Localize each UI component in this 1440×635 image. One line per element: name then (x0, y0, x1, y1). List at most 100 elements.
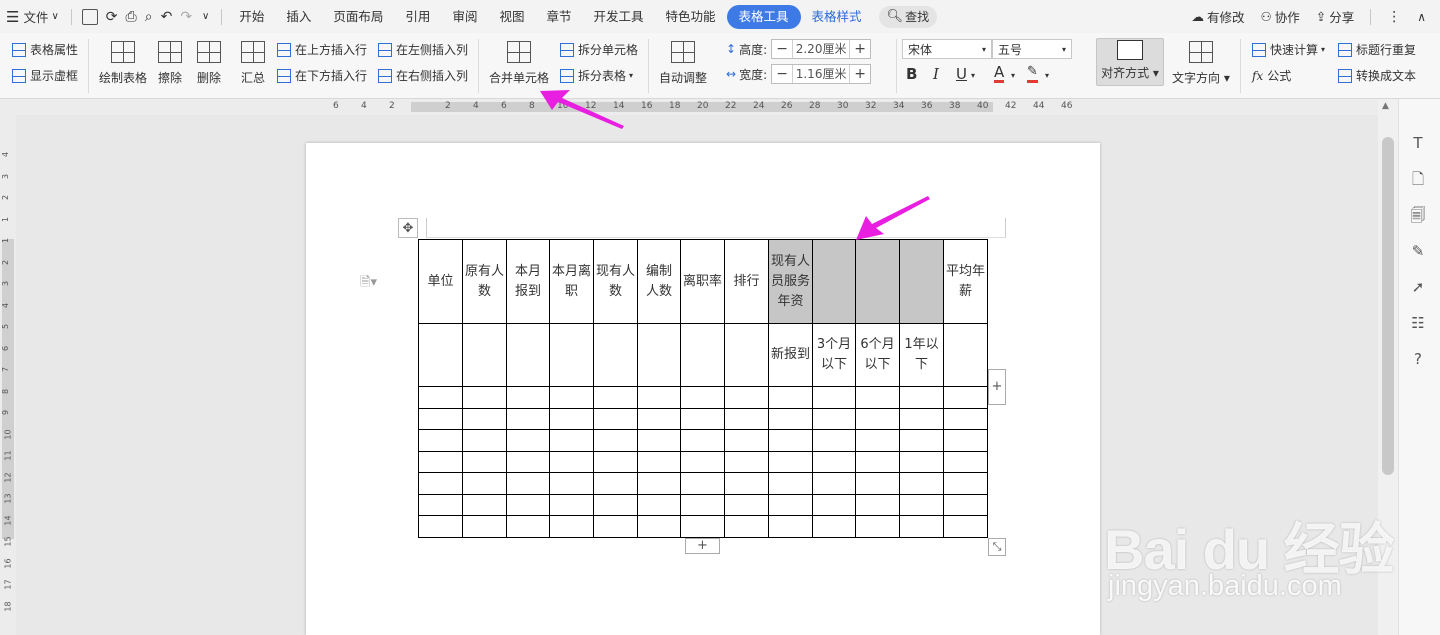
table-cell[interactable] (462, 472, 507, 495)
table-cell[interactable] (593, 472, 638, 495)
table-cell[interactable]: 离职率 (680, 239, 725, 324)
table-cell[interactable] (506, 515, 550, 538)
table-cell[interactable] (637, 386, 681, 409)
insert-row-below-button[interactable]: 在下方插入行 (277, 67, 367, 84)
table-cell[interactable] (812, 386, 856, 409)
table-cell[interactable] (899, 515, 944, 538)
table-cell[interactable] (680, 429, 725, 452)
table-cell[interactable] (418, 386, 463, 409)
summary-button[interactable]: 汇总 (241, 41, 265, 86)
width-increase-button[interactable]: + (850, 66, 870, 82)
table-cell[interactable] (418, 407, 463, 430)
table-cell[interactable] (462, 323, 507, 387)
table-cell[interactable] (418, 493, 463, 516)
table-cell[interactable] (506, 450, 550, 473)
table-cell[interactable] (899, 493, 944, 516)
height-decrease-button[interactable]: − (772, 41, 792, 57)
print-icon[interactable]: ⎙ (126, 9, 137, 25)
print-preview-icon[interactable]: ⌕ (145, 9, 153, 25)
table-cell[interactable] (506, 493, 550, 516)
sliders-icon[interactable]: ☷ (1407, 312, 1429, 334)
table-cell[interactable] (724, 323, 769, 387)
table-cell[interactable] (855, 472, 900, 495)
bold-button[interactable]: B (906, 65, 917, 83)
table-resize-handle[interactable]: ⤡ (988, 538, 1006, 556)
text-style-icon[interactable]: T (1407, 132, 1429, 154)
table-cell[interactable] (549, 323, 594, 387)
table-cell[interactable] (637, 323, 681, 387)
table-cell[interactable] (637, 493, 681, 516)
share-button[interactable]: ⇪ 分享 (1310, 5, 1361, 29)
table-cell[interactable] (506, 386, 550, 409)
redo-icon[interactable]: ↷ (180, 9, 192, 25)
alignment-button[interactable]: 对齐方式 ▾ (1096, 38, 1164, 86)
search-box[interactable]: 🔍︎ 查找 (878, 5, 938, 28)
ribbon-tab-6[interactable]: 章节 (535, 5, 582, 29)
draw-table-button[interactable]: 绘制表格 (99, 41, 147, 86)
undo-icon[interactable]: ↶ (161, 9, 173, 25)
table-cell[interactable] (768, 515, 813, 538)
table-cell[interactable] (549, 407, 594, 430)
table-cell[interactable]: 新报到 (768, 323, 813, 387)
file-menu[interactable]: ☰ 文件 ∨ (0, 5, 65, 29)
auto-fit-button[interactable]: 自动调整 (659, 41, 707, 86)
insert-row-above-button[interactable]: 在上方插入行 (277, 41, 367, 58)
table-cell[interactable] (855, 407, 900, 430)
table-cell[interactable] (549, 472, 594, 495)
ribbon-tab-4[interactable]: 审阅 (441, 5, 488, 29)
table-cell[interactable] (768, 429, 813, 452)
font-name-select[interactable]: 宋体 ▾ (902, 39, 992, 59)
insert-col-left-button[interactable]: 在左侧插入列 (378, 41, 468, 58)
table-cell[interactable] (812, 429, 856, 452)
repeat-header-button[interactable]: 标题行重复 (1338, 41, 1416, 58)
text-direction-button[interactable]: 文字方向 ▾ (1172, 41, 1230, 86)
table-cell[interactable] (418, 450, 463, 473)
ribbon-tab-5[interactable]: 视图 (488, 5, 535, 29)
ribbon-tab-7[interactable]: 开发工具 (582, 5, 654, 29)
modified-button[interactable]: ☁ 有修改 (1185, 5, 1250, 29)
collapse-ribbon-icon[interactable]: ∧ (1411, 10, 1432, 24)
split-cells-button[interactable]: 拆分单元格 (560, 41, 638, 58)
scroll-up-icon[interactable]: ▲ (1382, 101, 1389, 111)
table-cell[interactable] (724, 493, 769, 516)
table-cell[interactable] (593, 450, 638, 473)
table-cell[interactable] (724, 472, 769, 495)
table-cell[interactable] (462, 515, 507, 538)
table-cell[interactable]: 平均年薪 (943, 239, 988, 324)
table-cell[interactable] (724, 450, 769, 473)
width-decrease-button[interactable]: − (772, 66, 792, 82)
table-cell[interactable] (724, 386, 769, 409)
table-cell[interactable] (418, 472, 463, 495)
table-cell[interactable] (637, 450, 681, 473)
table-properties-button[interactable]: 表格属性 (12, 41, 78, 58)
paragraph-menu-icon[interactable]: 🗎▾ (360, 273, 377, 295)
table-cell[interactable]: 编制人数 (637, 239, 681, 324)
italic-button[interactable]: I (933, 65, 939, 83)
table-cell[interactable] (549, 493, 594, 516)
table-cell[interactable] (680, 386, 725, 409)
table-cell[interactable] (768, 450, 813, 473)
table-cell[interactable] (943, 450, 988, 473)
document-icon[interactable]: 🗋 (1407, 168, 1429, 190)
ribbon-tab-2[interactable]: 页面布局 (322, 5, 394, 29)
table-cell[interactable] (462, 450, 507, 473)
table-cell[interactable] (680, 515, 725, 538)
table-cell[interactable] (549, 515, 594, 538)
table-cell[interactable] (768, 407, 813, 430)
table-cell[interactable] (593, 323, 638, 387)
table-cell[interactable]: 1年以下 (899, 323, 944, 387)
underline-dropdown-icon[interactable]: ▾ (971, 71, 975, 80)
table-cell[interactable] (593, 429, 638, 452)
table-cell[interactable] (462, 429, 507, 452)
split-table-button[interactable]: 拆分表格 ▾ (560, 67, 633, 84)
height-input[interactable]: 2.20厘米 (792, 40, 851, 58)
formula-button[interactable]: fx 公式 (1252, 67, 1291, 84)
table-cell[interactable] (899, 239, 944, 324)
table-cell[interactable] (812, 515, 856, 538)
save-icon[interactable] (81, 8, 98, 25)
table-cell[interactable]: 现有人数 (593, 239, 638, 324)
table-cell[interactable] (899, 386, 944, 409)
table-cell[interactable] (549, 450, 594, 473)
table-cell[interactable] (943, 407, 988, 430)
ribbon-tab-1[interactable]: 插入 (275, 5, 322, 29)
